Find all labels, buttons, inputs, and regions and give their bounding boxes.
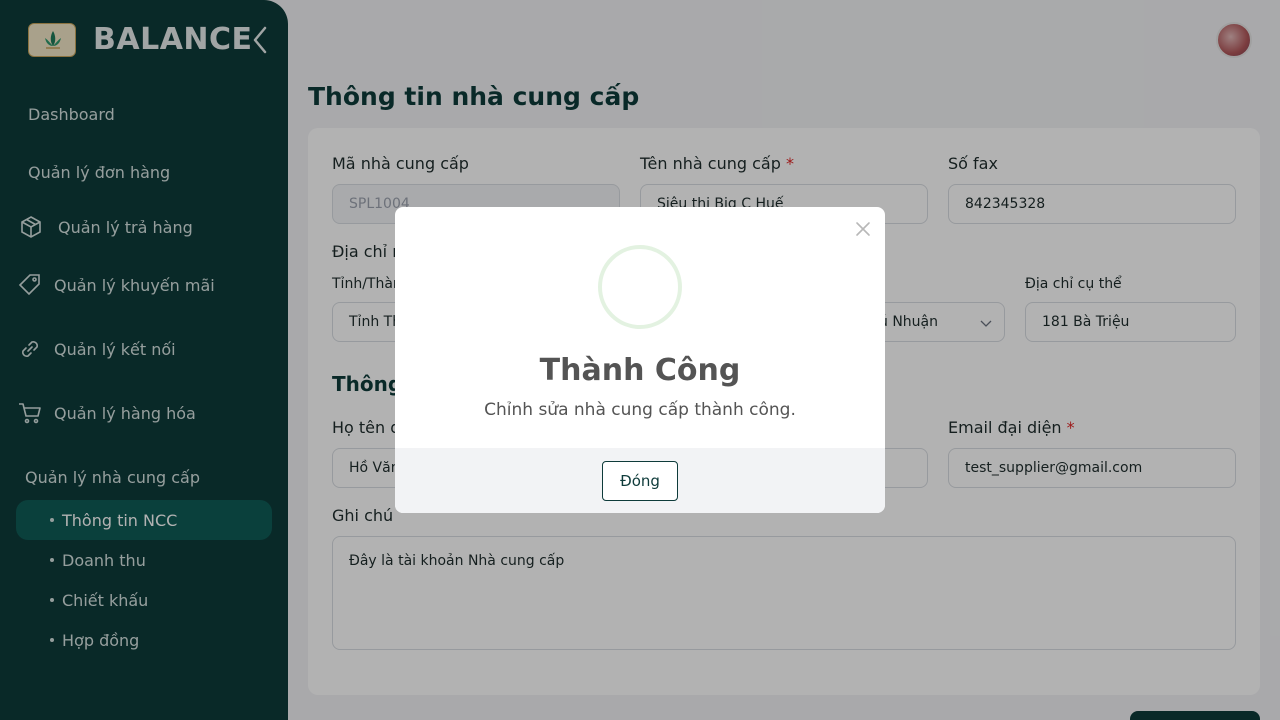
modal-footer: Đóng xyxy=(395,448,885,513)
success-icon xyxy=(598,245,682,329)
modal-message: Chỉnh sửa nhà cung cấp thành công. xyxy=(484,400,796,420)
modal-title: Thành Công xyxy=(539,353,741,388)
close-icon[interactable] xyxy=(853,219,873,239)
success-modal: Thành Công Chỉnh sửa nhà cung cấp thành … xyxy=(395,207,885,513)
close-button[interactable]: Đóng xyxy=(602,461,678,501)
